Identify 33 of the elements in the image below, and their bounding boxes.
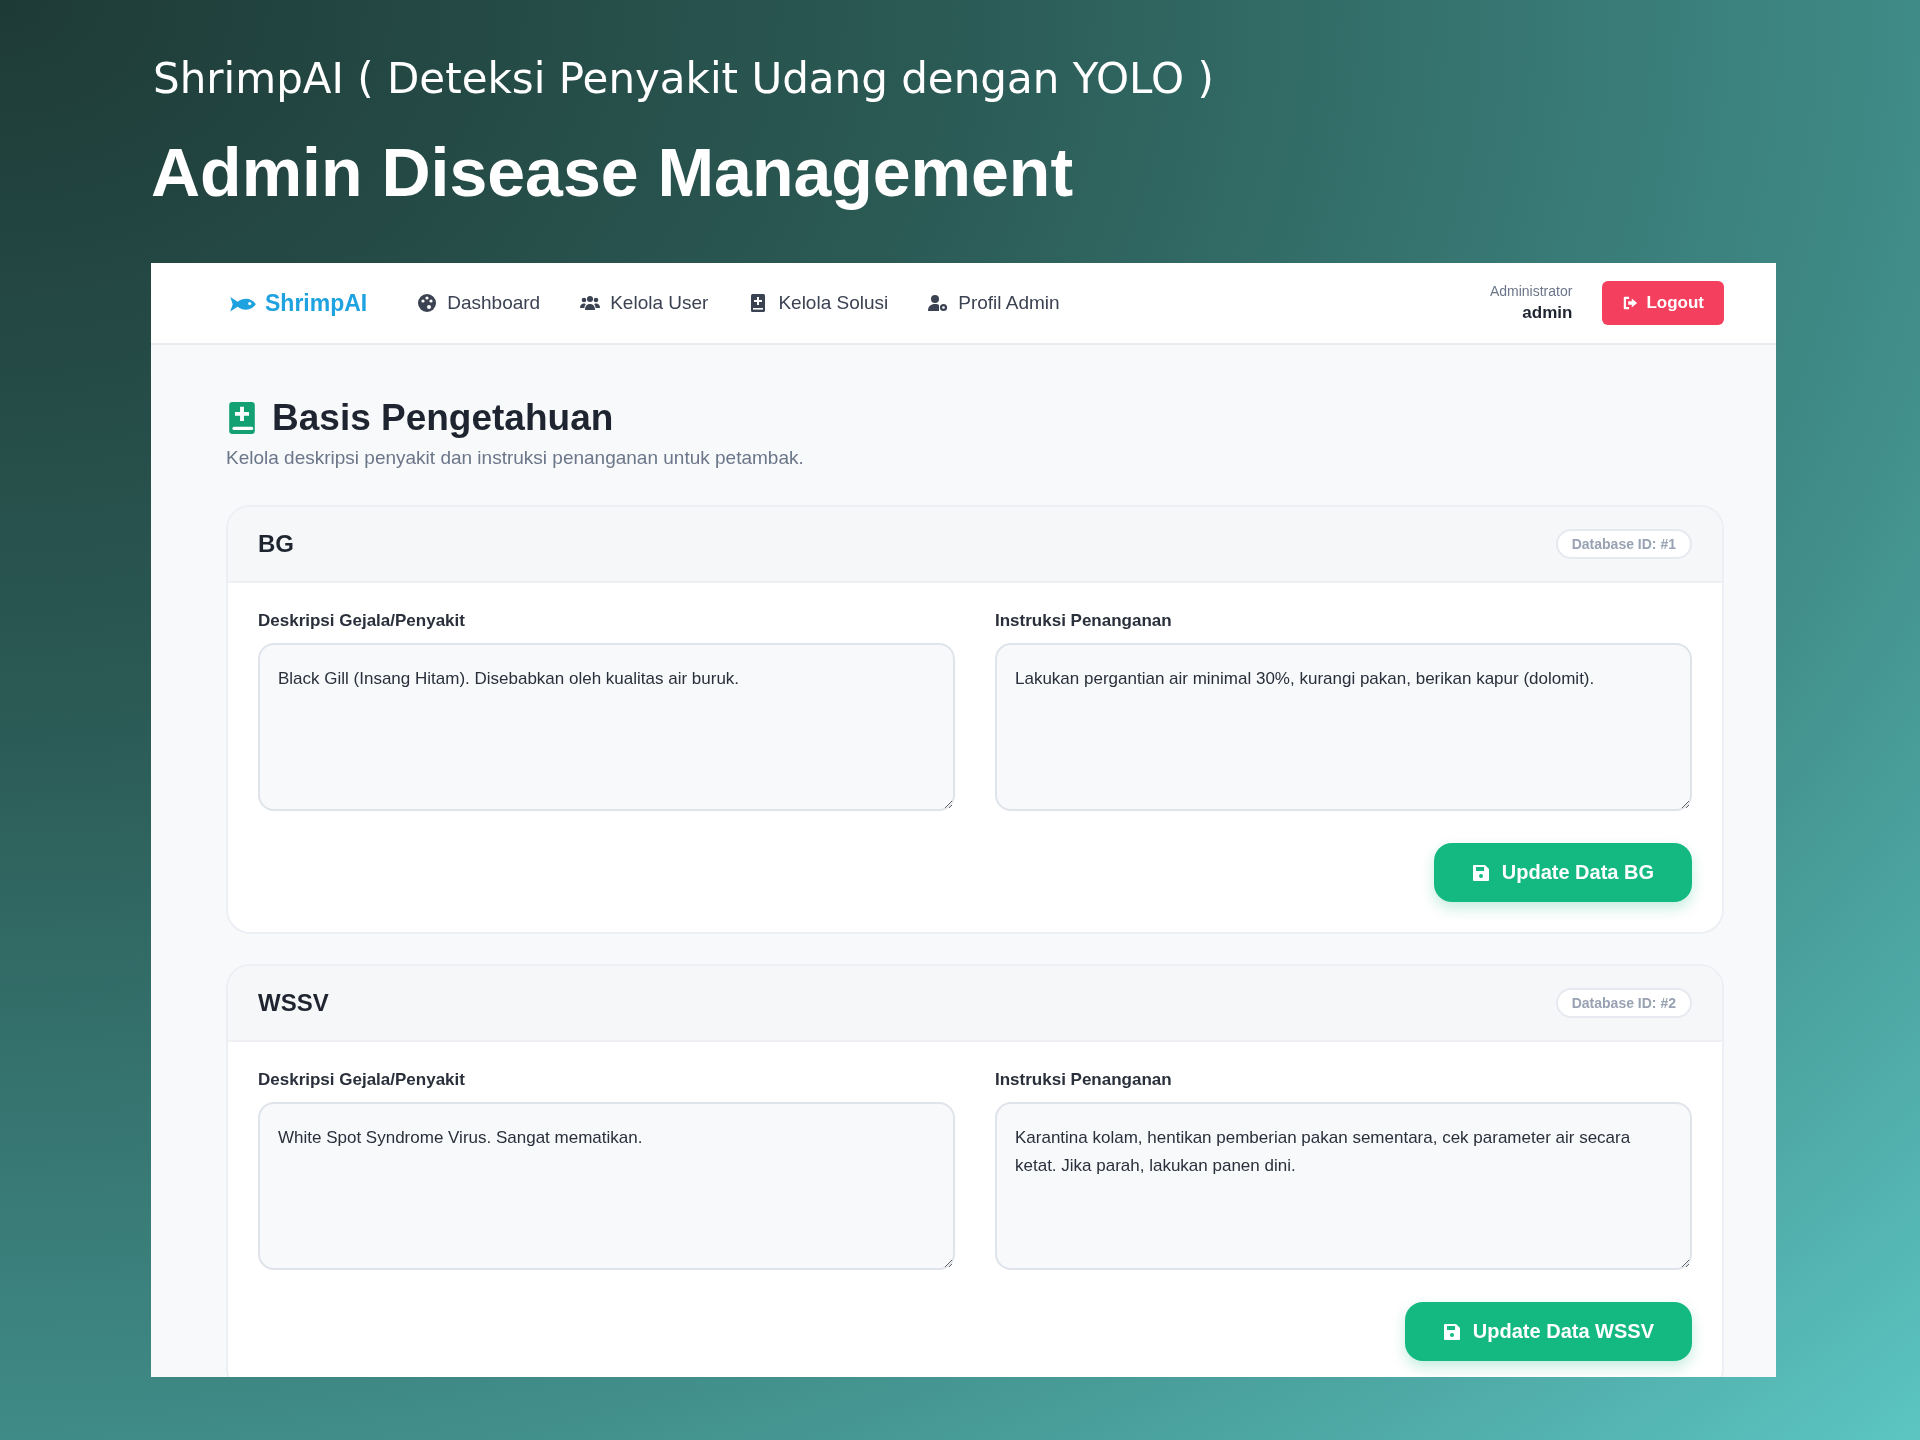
database-id-badge: Database ID: #1: [1555, 529, 1692, 559]
description-field[interactable]: Black Gill (Insang Hitam). Disebabkan oleh kualitas air buruk.: [258, 643, 955, 811]
banner-subtitle: ShrimpAI ( Deteksi Penyakit Udang dengan YOLO ): [153, 54, 1215, 103]
nav-link[interactable]: Profil Admin: [908, 292, 1080, 314]
user-role: Administrator: [1489, 283, 1573, 299]
nav-label: Dashboard: [447, 292, 541, 314]
page-title: Basis Pengetahuan: [272, 397, 614, 439]
palette-icon: [417, 293, 438, 313]
nav-link[interactable]: Dashboard: [397, 292, 561, 314]
logout-button[interactable]: Logout: [1602, 281, 1724, 325]
banner-title: Admin Disease Management: [151, 133, 1075, 211]
field-label: Deskripsi Gejala/Penyakit: [258, 1070, 466, 1090]
page-subtitle: Kelola deskripsi penyakit dan instruksi penanganan untuk petambak.: [226, 447, 805, 469]
logout-icon: [1622, 295, 1639, 311]
brand-name: ShrimpAI: [265, 289, 368, 317]
user-name: admin: [1522, 303, 1573, 323]
field-label: Deskripsi Gejala/Penyakit: [258, 611, 466, 631]
description-field[interactable]: White Spot Syndrome Virus. Sangat mematikan.: [258, 1102, 955, 1270]
users-icon: [580, 293, 601, 313]
nav-label: Kelola User: [610, 292, 709, 314]
nav-label: Kelola Solusi: [778, 292, 889, 314]
user-gear-icon: [928, 293, 949, 313]
nav-label: Profil Admin: [958, 292, 1060, 314]
instruction-field[interactable]: Lakukan pergantian air minimal 30%, kurangi pakan, berikan kapur (dolomit).: [995, 643, 1692, 811]
disease-code: WSSV: [258, 989, 329, 1017]
database-id-badge: Database ID: #2: [1555, 988, 1692, 1018]
field-label: Instruksi Penanganan: [995, 611, 1173, 631]
nav-link[interactable]: Kelola Solusi: [728, 292, 909, 314]
nav-link[interactable]: Kelola User: [560, 292, 729, 314]
disease-code: BG: [258, 530, 294, 558]
medical-book-icon: [226, 400, 258, 436]
instruction-field[interactable]: Karantina kolam, hentikan pemberian pakan sementara, cek parameter air secara ketat. Jika parah, lakukan panen dini.: [995, 1102, 1692, 1270]
field-label: Instruksi Penanganan: [995, 1070, 1173, 1090]
